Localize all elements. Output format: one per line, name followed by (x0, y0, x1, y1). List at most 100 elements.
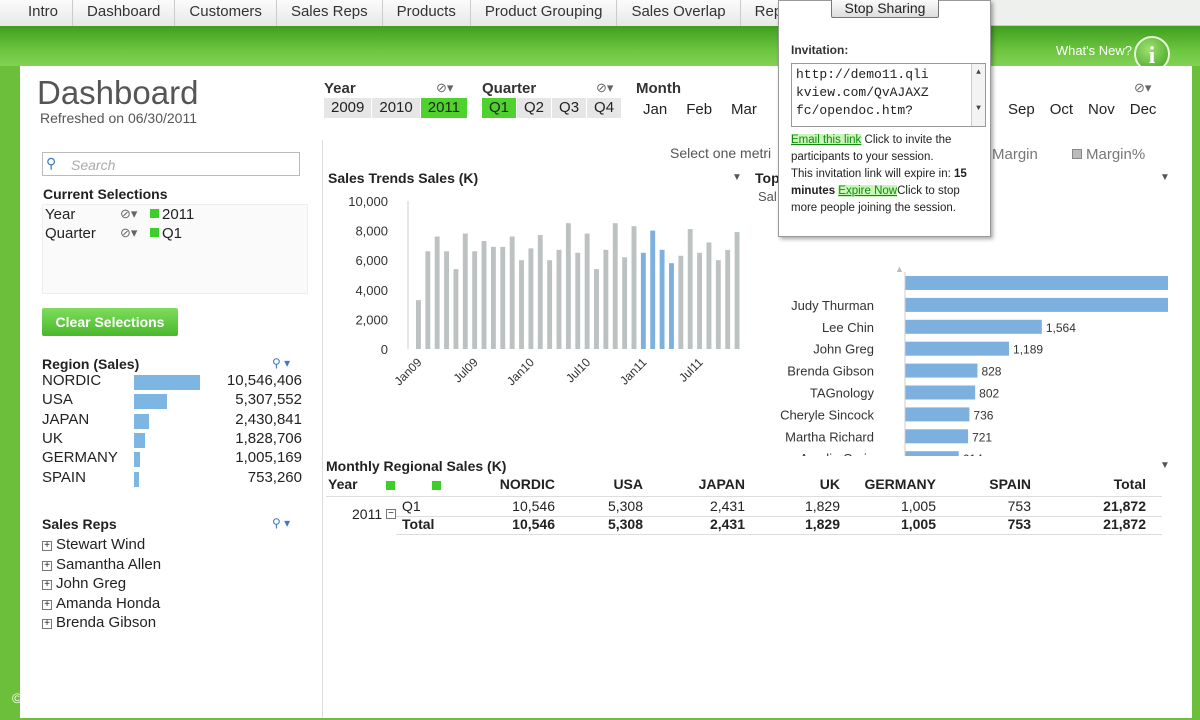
expand-icon[interactable]: + (42, 580, 52, 590)
category-label: Martha Richard (785, 429, 874, 444)
region-row-nordic[interactable]: NORDIC 10,546,406 (40, 372, 308, 391)
month-option-feb[interactable]: Feb (677, 98, 722, 122)
trend-chart-menu-icon[interactable]: ▼ (732, 172, 742, 183)
sales-reps-search-icon[interactable]: ⚲ ▾ (272, 516, 290, 530)
tab-dashboard[interactable]: Dashboard (73, 0, 176, 26)
collapse-icon[interactable]: − (386, 509, 396, 519)
month-option-nov[interactable]: Nov (1081, 98, 1122, 122)
tab-sales-overlap[interactable]: Sales Overlap (617, 0, 741, 26)
margin-label: Margin (992, 146, 1038, 163)
checkbox-icon (1072, 149, 1082, 159)
category-label: John Greg (813, 342, 874, 357)
cs-year-clear-icon[interactable]: ⊘▾ (120, 206, 137, 222)
category-label: Lee Chin (822, 320, 874, 335)
column-header-spain: SPAIN (989, 476, 1031, 492)
year-clear-icon[interactable]: ⊘▾ (436, 80, 453, 96)
month-option-mar[interactable]: Mar (722, 98, 766, 122)
table-cell: 1,005 (900, 498, 936, 514)
column-header-germany: GERMANY (864, 476, 936, 492)
month-option-oct[interactable]: Oct (1042, 98, 1081, 122)
tab-products[interactable]: Products (382, 0, 471, 26)
column-header-total: Total (1113, 476, 1146, 492)
region-name: JAPAN (42, 410, 90, 428)
region-bar (134, 394, 168, 410)
list-item[interactable]: + Stewart Wind (42, 536, 145, 553)
trend-bar (575, 252, 581, 349)
month-clear-icon[interactable]: ⊘▾ (1134, 80, 1151, 96)
margin-option[interactable]: Margin (992, 146, 1038, 163)
search-input[interactable]: ⚲ Search (42, 152, 300, 176)
quarter-option-q3[interactable]: Q3 (552, 98, 587, 118)
month-option-dec[interactable]: Dec (1122, 98, 1164, 122)
tab-intro[interactable]: Intro (0, 0, 74, 26)
list-item[interactable]: + Amanda Honda (42, 595, 160, 612)
trend-bar (734, 232, 740, 349)
region-value: 1,828,706 (235, 429, 302, 447)
list-item[interactable]: + Brenda Gibson (42, 614, 156, 631)
rep-bar (905, 429, 969, 444)
expand-icon[interactable]: + (42, 560, 52, 571)
trend-bar (603, 249, 609, 349)
invitation-url-field[interactable]: http://demo11.qli kview.com/QvAJAXZ fc/o… (791, 63, 986, 127)
header-divider (326, 496, 1162, 497)
quarter-option-q1[interactable]: Q1 (482, 98, 517, 118)
stop-sharing-button[interactable]: Stop Sharing (831, 0, 939, 18)
region-row-germany[interactable]: GERMANY 1,005,169 (40, 449, 308, 468)
month-option-sep[interactable]: Sep (1001, 98, 1042, 122)
year-option-2011[interactable]: 2011 (420, 98, 468, 118)
tab-customers[interactable]: Customers (175, 0, 277, 26)
clear-selections-button[interactable]: Clear Selections (42, 308, 178, 336)
year-option-2009[interactable]: 2009 (324, 98, 372, 118)
cs-field-year: Year (45, 206, 76, 223)
y-tick-label: 4,000 (355, 283, 388, 298)
filter-indicator (432, 481, 441, 490)
column-header-japan: JAPAN (698, 476, 745, 492)
trend-bar (565, 223, 571, 349)
x-tick-label: Jan11 (617, 355, 650, 388)
year-option-2010[interactable]: 2010 (372, 98, 420, 118)
column-header-year: Year (328, 476, 358, 492)
expand-icon[interactable]: + (42, 619, 52, 629)
category-label: Judy Thurman (791, 298, 874, 313)
list-item[interactable]: + John Greg (42, 575, 126, 592)
cs-quarter-clear-icon[interactable]: ⊘▾ (120, 225, 137, 241)
region-listbox: NORDIC 10,546,406 USA 5,307,552 JAPAN 2,430,8… (40, 372, 308, 492)
regional-table-menu-icon[interactable]: ▼ (1160, 460, 1170, 471)
current-selections-title: Current Selections (43, 186, 168, 202)
url-scrollbar[interactable]: ▲ ▼ (971, 64, 985, 126)
region-row-uk[interactable]: UK 1,828,706 (40, 430, 308, 449)
category-label: Amalia Craig (800, 451, 874, 456)
email-link[interactable]: Email this link (791, 134, 862, 146)
quarter-option-q2[interactable]: Q2 (517, 98, 552, 118)
trend-bar (416, 300, 421, 349)
region-value: 1,005,169 (235, 449, 302, 467)
region-search-icon[interactable]: ⚲ ▾ (272, 356, 290, 370)
expand-icon[interactable]: + (42, 599, 52, 610)
top-chart-menu-icon[interactable]: ▼ (1160, 172, 1170, 183)
list-item[interactable]: + Samantha Allen (42, 556, 161, 573)
rep-name: Brenda Gibson (56, 614, 157, 631)
sales-reps-listbox: + Stewart Wind + Samantha Allen + John Greg + A… (40, 534, 308, 631)
quarter-option-q4[interactable]: Q4 (587, 98, 622, 118)
month-option-jan[interactable]: Jan (634, 98, 677, 122)
region-row-usa[interactable]: USA 5,307,552 (40, 391, 308, 410)
table-cell: 2,431 (709, 516, 745, 532)
table-cell: 10,546 (512, 516, 555, 532)
expand-icon[interactable]: + (42, 541, 52, 551)
region-row-spain[interactable]: SPAIN 753,260 (40, 469, 308, 488)
invitation-label: Invitation: (791, 43, 849, 57)
expire-now-link[interactable]: Expire Now (838, 185, 898, 197)
trend-bar (687, 229, 693, 349)
tab-product-grouping[interactable]: Product Grouping (470, 0, 618, 26)
trend-bar (715, 260, 721, 349)
rep-bar (905, 297, 1168, 312)
whats-new-link[interactable]: What's New? (1056, 43, 1132, 58)
quarter-clear-icon[interactable]: ⊘▾ (596, 80, 613, 96)
region-name: SPAIN (42, 468, 86, 486)
tab-sales-reps[interactable]: Sales Reps (276, 0, 383, 26)
region-row-japan[interactable]: JAPAN 2,430,841 (40, 411, 308, 430)
trend-bar (537, 235, 543, 349)
month-listbox-right: Sep Oct Nov Dec (1001, 98, 1164, 122)
trend-bar (650, 230, 656, 349)
margin-pct-option[interactable]: Margin% (1072, 146, 1145, 163)
